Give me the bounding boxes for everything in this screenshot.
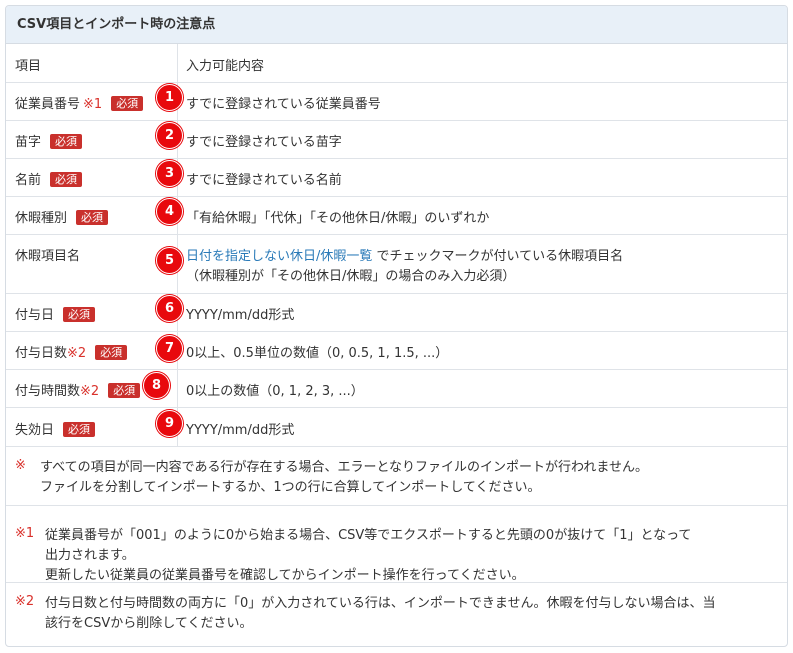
row-value: YYYY/mm/dd形式 xyxy=(186,308,295,323)
step-number-badge: 4 xyxy=(156,198,183,225)
table-row: 付与時間数※2 必須 8 0以上の数値（0, 1, 2, 3, ...） xyxy=(6,370,787,408)
table-header-row: 項目 入力可能内容 xyxy=(6,44,787,83)
header-item: 項目 xyxy=(15,59,42,74)
footnote-line: 該行をCSVから削除してください。 xyxy=(45,616,253,631)
step-number-badge: 3 xyxy=(156,160,183,187)
row-value: すでに登録されている苗字 xyxy=(186,135,342,150)
footnote-line: 付与日数と付与時間数の両方に「0」が入力されている行は、インポートできません。休… xyxy=(45,596,716,611)
csv-notes-panel: CSV項目とインポート時の注意点 項目 入力可能内容 従業員番号 ※1 必須 1 す… xyxy=(5,5,788,647)
required-badge: 必須 xyxy=(108,383,141,398)
table-row: 付与日数※2 必須 7 0以上、0.5単位の数値（0, 0.5, 1, 1.5, … xyxy=(6,332,787,370)
row-label: 付与日数 xyxy=(15,346,68,361)
footnote-mark: ※1 xyxy=(83,97,103,112)
required-badge: 必須 xyxy=(95,345,128,360)
row-label: 名前 xyxy=(15,173,42,188)
footnote-mark: ※ xyxy=(15,458,26,473)
row-value: YYYY/mm/dd形式 xyxy=(186,423,295,438)
step-number-badge: 5 xyxy=(156,247,183,274)
row-value: 「有給休暇」「代休」「その他休日/休暇」のいずれか xyxy=(186,211,490,226)
step-number-badge: 1 xyxy=(156,84,183,111)
row-label: 従業員番号 xyxy=(15,97,81,112)
footnote: ※ すべての項目が同一内容である行が存在する場合、エラーとなりファイルのインポー… xyxy=(6,447,787,506)
footnote-line: ファイルを分割してインポートするか、1つの行に合算してインポートしてください。 xyxy=(40,480,541,495)
row-label: 苗字 xyxy=(15,135,42,150)
holiday-list-link[interactable]: 日付を指定しない休日/休暇一覧 xyxy=(186,249,372,264)
required-badge: 必須 xyxy=(63,422,96,437)
footnote-line: 出力されます。 xyxy=(45,548,135,563)
table-row: 付与日 必須 6 YYYY/mm/dd形式 xyxy=(6,294,787,332)
footnote-line: 従業員番号が「001」のように0から始まる場合、CSV等でエクスポートすると先頭… xyxy=(45,528,692,543)
panel-title: CSV項目とインポート時の注意点 xyxy=(6,6,787,44)
row-value-note: （休暇種別が「その他休日/休暇」の場合のみ入力必須） xyxy=(186,269,516,284)
footnote-mark: ※2 xyxy=(80,384,100,399)
footnote-mark: ※2 xyxy=(15,594,35,609)
table-row: 苗字 必須 2 すでに登録されている苗字 xyxy=(6,121,787,159)
step-number-badge: 2 xyxy=(156,122,183,149)
required-badge: 必須 xyxy=(76,210,109,225)
row-label: 付与時間数 xyxy=(15,384,81,399)
step-number-badge: 6 xyxy=(156,295,183,322)
table-row: 失効日 必須 9 YYYY/mm/dd形式 xyxy=(6,408,787,447)
step-number-badge: 8 xyxy=(143,372,170,399)
footnote: ※2 付与日数と付与時間数の両方に「0」が入力されている行は、インポートできませ… xyxy=(6,583,787,643)
row-label: 付与日 xyxy=(15,308,55,323)
footnote-mark: ※2 xyxy=(67,346,87,361)
footnote-line: すべての項目が同一内容である行が存在する場合、エラーとなりファイルのインポートが… xyxy=(40,460,649,475)
required-badge: 必須 xyxy=(111,96,144,111)
row-label: 休暇項目名 xyxy=(15,249,81,264)
row-value: 0以上、0.5単位の数値（0, 0.5, 1, 1.5, ...） xyxy=(186,346,449,361)
row-value: すでに登録されている名前 xyxy=(186,173,342,188)
row-value: でチェックマークが付いている休暇項目名 xyxy=(372,249,624,264)
row-value: すでに登録されている従業員番号 xyxy=(186,97,381,112)
table-row: 休暇種別 必須 4 「有給休暇」「代休」「その他休日/休暇」のいずれか xyxy=(6,197,787,235)
required-badge: 必須 xyxy=(50,172,83,187)
row-value: 0以上の数値（0, 1, 2, 3, ...） xyxy=(186,384,364,399)
table-row: 従業員番号 ※1 必須 1 すでに登録されている従業員番号 xyxy=(6,83,787,121)
footnote: ※1 従業員番号が「001」のように0から始まる場合、CSV等でエクスポートする… xyxy=(6,506,787,583)
header-content: 入力可能内容 xyxy=(186,59,265,74)
required-badge: 必須 xyxy=(50,134,83,149)
required-badge: 必須 xyxy=(63,307,96,322)
row-label: 失効日 xyxy=(15,423,55,438)
table-row: 名前 必須 3 すでに登録されている名前 xyxy=(6,159,787,197)
step-number-badge: 7 xyxy=(156,335,183,362)
footnote-mark: ※1 xyxy=(15,526,35,541)
step-number-badge: 9 xyxy=(156,410,183,437)
table-row: 休暇項目名 5 日付を指定しない休日/休暇一覧 でチェックマークが付いている休暇… xyxy=(6,235,787,294)
row-label: 休暇種別 xyxy=(15,211,68,226)
